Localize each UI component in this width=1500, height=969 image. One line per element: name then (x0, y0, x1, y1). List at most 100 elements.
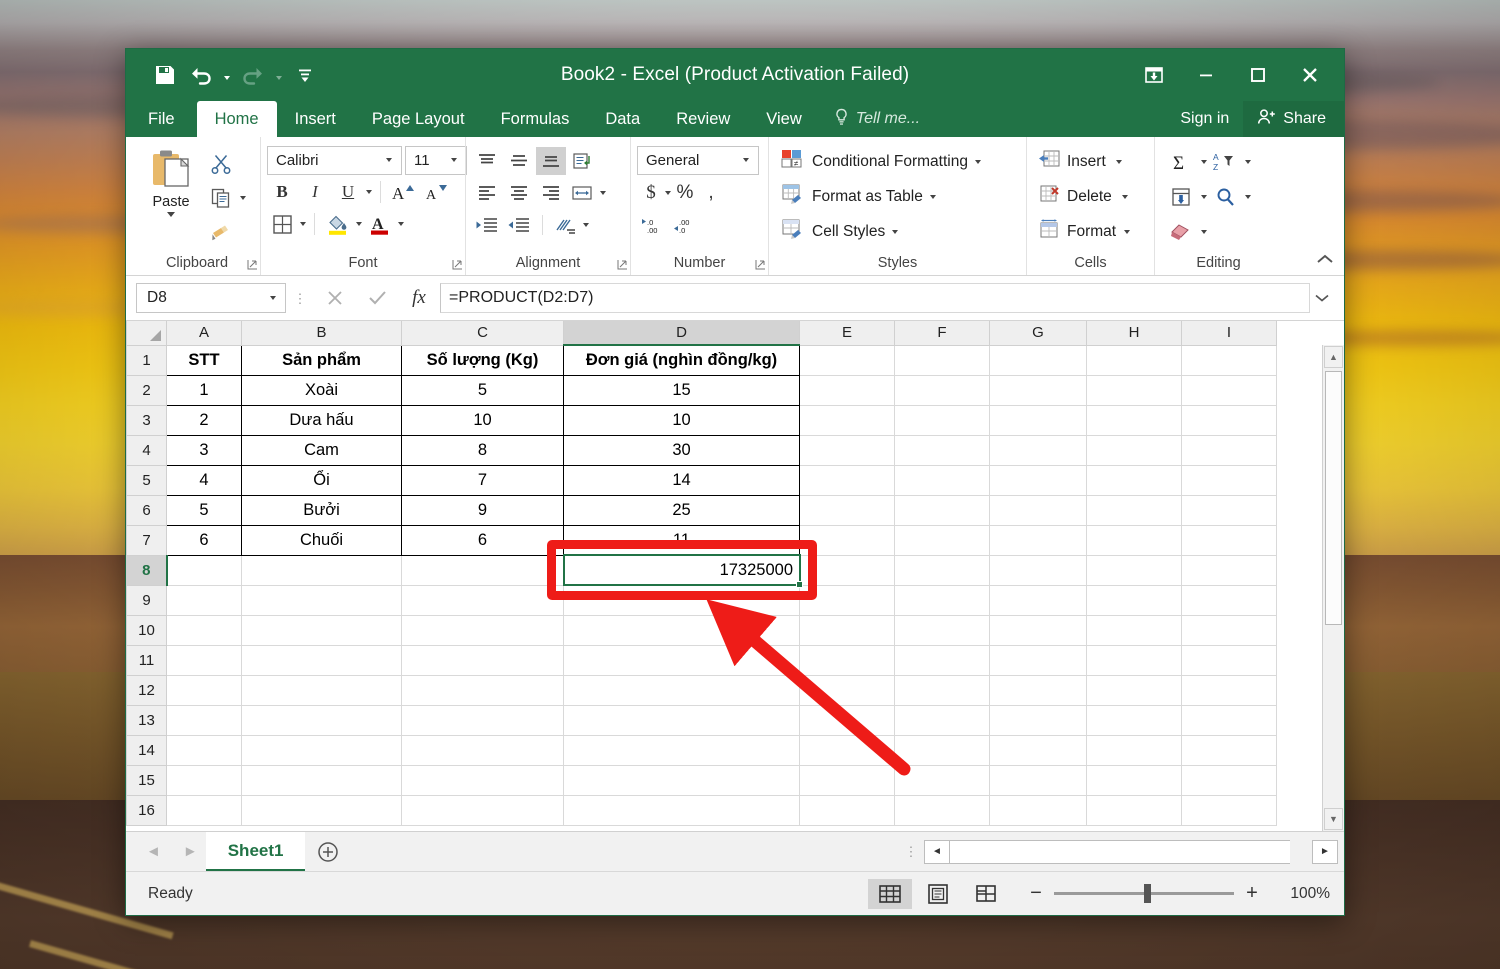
insert-function-icon[interactable]: fx (398, 283, 440, 313)
horizontal-split-grip[interactable]: ⋮ (898, 832, 924, 871)
align-center-icon[interactable] (504, 179, 534, 207)
cell-E7[interactable] (799, 524, 895, 556)
fill-dropdown-icon[interactable] (1201, 194, 1207, 199)
shrink-font-icon[interactable]: A (422, 178, 452, 206)
number-format-dropdown-icon[interactable] (738, 158, 754, 162)
sort-filter-dropdown-icon[interactable] (1245, 159, 1251, 164)
cell-H15[interactable] (1086, 764, 1182, 796)
zoom-out-button[interactable]: − (1028, 882, 1044, 905)
clear-icon[interactable] (1167, 218, 1197, 246)
cell-F13[interactable] (894, 704, 990, 736)
cell-C12[interactable] (401, 674, 564, 706)
tab-page-layout[interactable]: Page Layout (354, 101, 483, 137)
tab-insert[interactable]: Insert (277, 101, 354, 137)
cell-B16[interactable] (241, 794, 402, 826)
cell-E5[interactable] (799, 464, 895, 496)
paste-button[interactable]: Paste (140, 145, 202, 217)
cell-B11[interactable] (241, 644, 402, 676)
cell-D8[interactable]: 17325000 (563, 554, 800, 586)
row-header-4[interactable]: 4 (126, 434, 167, 466)
font-name-combo[interactable]: Calibri (267, 145, 402, 175)
sign-in-button[interactable]: Sign in (1166, 101, 1243, 137)
close-icon[interactable] (1284, 54, 1336, 96)
delete-cells-dropdown-icon[interactable] (1121, 194, 1128, 199)
cell-D13[interactable] (563, 704, 800, 736)
cell-H13[interactable] (1086, 704, 1182, 736)
cell-B7[interactable]: Chuối (241, 524, 402, 556)
row-header-2[interactable]: 2 (126, 374, 167, 406)
font-size-dropdown-icon[interactable] (446, 158, 462, 162)
cell-E4[interactable] (799, 434, 895, 466)
column-header-C[interactable]: C (401, 321, 564, 346)
cell-D10[interactable] (563, 614, 800, 646)
number-format-combo[interactable]: General (637, 145, 759, 175)
zoom-slider-track[interactable] (1054, 884, 1234, 903)
cell-F15[interactable] (894, 764, 990, 796)
cell-E2[interactable] (799, 374, 895, 406)
cell-D5[interactable]: 14 (563, 464, 800, 496)
column-header-B[interactable]: B (241, 321, 402, 346)
cell-H1[interactable] (1086, 344, 1182, 376)
column-header-F[interactable]: F (894, 321, 990, 346)
cell-I14[interactable] (1181, 734, 1277, 766)
cell-F8[interactable] (894, 554, 990, 586)
row-header-7[interactable]: 7 (126, 524, 167, 556)
borders-icon[interactable] (267, 210, 297, 238)
cell-E9[interactable] (799, 584, 895, 616)
cell-F3[interactable] (894, 404, 990, 436)
cell-A1[interactable]: STT (166, 344, 242, 376)
cell-C14[interactable] (401, 734, 564, 766)
cell-C13[interactable] (401, 704, 564, 736)
cell-F9[interactable] (894, 584, 990, 616)
cell-A11[interactable] (166, 644, 242, 676)
page-break-view-icon[interactable] (964, 879, 1008, 909)
cell-H2[interactable] (1086, 374, 1182, 406)
cell-D14[interactable] (563, 734, 800, 766)
insert-cells-button[interactable]: Insert (1039, 145, 1122, 178)
tab-view[interactable]: View (748, 101, 819, 137)
underline-dropdown-icon[interactable] (366, 190, 372, 194)
grow-font-icon[interactable]: A (389, 178, 419, 206)
cell-F12[interactable] (894, 674, 990, 706)
cell-I11[interactable] (1181, 644, 1277, 676)
row-header-13[interactable]: 13 (126, 704, 167, 736)
row-header-11[interactable]: 11 (126, 644, 167, 676)
cell-I2[interactable] (1181, 374, 1277, 406)
cell-G7[interactable] (989, 524, 1087, 556)
vertical-scrollbar[interactable]: ▲ ▼ (1322, 345, 1344, 831)
cell-E8[interactable] (799, 554, 895, 586)
italic-button[interactable]: I (300, 178, 330, 206)
cell-H12[interactable] (1086, 674, 1182, 706)
find-select-icon[interactable] (1211, 183, 1241, 211)
row-header-16[interactable]: 16 (126, 794, 167, 826)
cell-H7[interactable] (1086, 524, 1182, 556)
cell-G9[interactable] (989, 584, 1087, 616)
cell-C16[interactable] (401, 794, 564, 826)
column-header-A[interactable]: A (166, 321, 242, 346)
cell-C4[interactable]: 8 (401, 434, 564, 466)
cell-B1[interactable]: Sản phẩm (241, 344, 402, 376)
tell-me-box[interactable]: Tell me... (820, 101, 920, 137)
row-header-6[interactable]: 6 (126, 494, 167, 526)
cell-C11[interactable] (401, 644, 564, 676)
cell-I15[interactable] (1181, 764, 1277, 796)
decrease-indent-icon[interactable] (472, 211, 502, 239)
horizontal-scroll-track[interactable] (950, 839, 1290, 864)
cell-G11[interactable] (989, 644, 1087, 676)
cell-H14[interactable] (1086, 734, 1182, 766)
redo-dropdown-icon[interactable] (272, 58, 286, 92)
cell-A4[interactable]: 3 (166, 434, 242, 466)
cell-D11[interactable] (563, 644, 800, 676)
cell-C10[interactable] (401, 614, 564, 646)
align-left-icon[interactable] (472, 179, 502, 207)
column-header-E[interactable]: E (799, 321, 895, 346)
scroll-down-icon[interactable]: ▼ (1324, 808, 1343, 830)
cell-F11[interactable] (894, 644, 990, 676)
row-header-14[interactable]: 14 (126, 734, 167, 766)
orientation-icon[interactable] (568, 147, 598, 175)
cell-I3[interactable] (1181, 404, 1277, 436)
row-header-3[interactable]: 3 (126, 404, 167, 436)
row-header-5[interactable]: 5 (126, 464, 167, 496)
decrease-decimal-icon[interactable]: .00.0 (671, 212, 701, 240)
cell-G4[interactable] (989, 434, 1087, 466)
